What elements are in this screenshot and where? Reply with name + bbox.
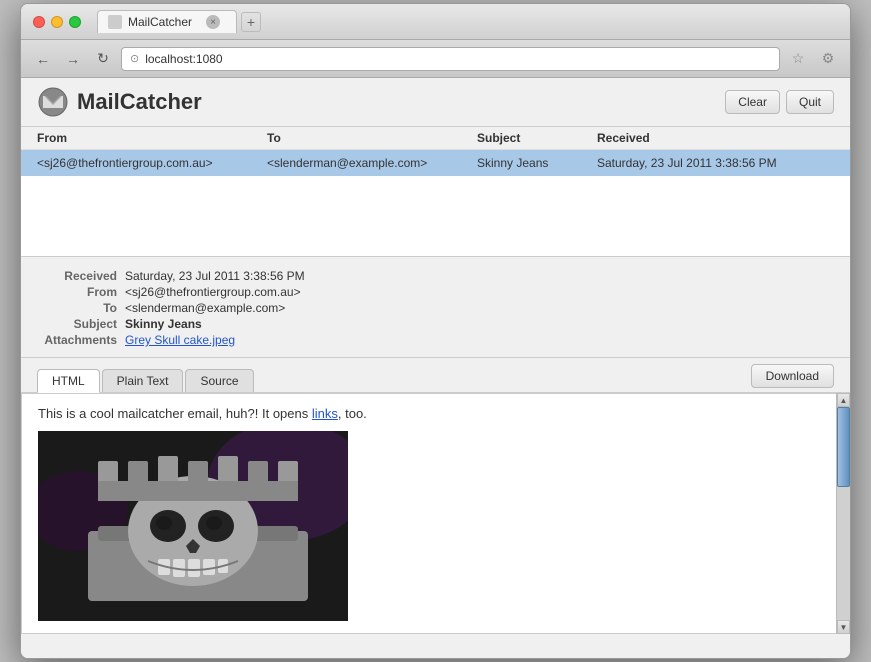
detail-attachments-row: Attachments Grey Skull cake.jpeg: [37, 333, 834, 347]
scrollbar-thumb[interactable]: [837, 407, 850, 487]
close-button[interactable]: [33, 16, 45, 28]
app-content: MailCatcher Clear Quit From To Subject R…: [21, 78, 850, 658]
scrollbar-down-button[interactable]: ▼: [837, 620, 850, 634]
app-title: MailCatcher: [77, 89, 719, 115]
scrollbar-thumb-area: [837, 407, 850, 620]
nav-bar: ← → ↻ ⊙ localhost:1080 ☆ ⚙: [21, 40, 850, 78]
subject-label: Subject: [37, 317, 117, 331]
tab-plain-text[interactable]: Plain Text: [102, 369, 184, 392]
tab-html[interactable]: HTML: [37, 369, 100, 393]
settings-icon[interactable]: ⚙: [816, 47, 840, 71]
scrollbar-up-button[interactable]: ▲: [837, 393, 850, 407]
to-value: <slenderman@example.com>: [125, 301, 285, 315]
mail-list-header: From To Subject Received: [21, 127, 850, 150]
mail-subject: Skinny Jeans: [477, 156, 597, 170]
app-header: MailCatcher Clear Quit: [21, 78, 850, 127]
detail-received-row: Received Saturday, 23 Jul 2011 3:38:56 P…: [37, 269, 834, 283]
traffic-lights: [33, 16, 81, 28]
mail-body-image: [38, 431, 348, 621]
back-button[interactable]: ←: [31, 47, 55, 71]
to-label: To: [37, 301, 117, 315]
attachment-link[interactable]: Grey Skull cake.jpeg: [125, 333, 235, 347]
mail-from: <sj26@thefrontiergroup.com.au>: [37, 156, 267, 170]
mail-body-wrapper: This is a cool mailcatcher email, huh?! …: [21, 393, 850, 634]
quit-button[interactable]: Quit: [786, 90, 834, 114]
tab-source[interactable]: Source: [185, 369, 253, 392]
mail-list-empty: [21, 176, 850, 256]
view-tabs-bar: HTML Plain Text Source Download: [21, 358, 850, 393]
col-subject: Subject: [477, 131, 597, 145]
scrollbar[interactable]: ▲ ▼: [836, 393, 850, 634]
mail-detail: Received Saturday, 23 Jul 2011 3:38:56 P…: [21, 257, 850, 358]
title-bar: MailCatcher × +: [21, 4, 850, 40]
detail-to-row: To <slenderman@example.com>: [37, 301, 834, 315]
tab-favicon: [108, 15, 122, 29]
tab-area: MailCatcher × +: [97, 10, 838, 33]
mail-list: From To Subject Received <sj26@thefronti…: [21, 127, 850, 257]
subject-value: Skinny Jeans: [125, 317, 202, 331]
from-label: From: [37, 285, 117, 299]
browser-window: MailCatcher × + ← → ↻ ⊙ localhost:1080 ☆…: [20, 3, 851, 659]
body-text-before-link: This is a cool mailcatcher email, huh?! …: [38, 406, 312, 421]
col-to: To: [267, 131, 477, 145]
detail-from-row: From <sj26@thefrontiergroup.com.au>: [37, 285, 834, 299]
refresh-button[interactable]: ↻: [91, 47, 115, 71]
tab-label: MailCatcher: [128, 15, 192, 29]
new-tab-button[interactable]: +: [241, 12, 261, 32]
mail-row[interactable]: <sj26@thefrontiergroup.com.au> <slenderm…: [21, 150, 850, 176]
address-bar[interactable]: ⊙ localhost:1080: [121, 47, 780, 71]
body-text-after-link: , too.: [338, 406, 367, 421]
col-received: Received: [597, 131, 834, 145]
bookmark-icon[interactable]: ☆: [786, 47, 810, 71]
mail-to: <slenderman@example.com>: [267, 156, 477, 170]
body-link[interactable]: links: [312, 406, 338, 421]
browser-tab[interactable]: MailCatcher ×: [97, 10, 237, 33]
download-button[interactable]: Download: [751, 364, 834, 388]
col-from: From: [37, 131, 267, 145]
mail-received: Saturday, 23 Jul 2011 3:38:56 PM: [597, 156, 834, 170]
forward-button[interactable]: →: [61, 47, 85, 71]
maximize-button[interactable]: [69, 16, 81, 28]
mail-body: This is a cool mailcatcher email, huh?! …: [21, 393, 850, 634]
tab-close-button[interactable]: ×: [206, 15, 220, 29]
view-tabs: HTML Plain Text Source: [37, 369, 256, 392]
app-logo: [37, 86, 69, 118]
minimize-button[interactable]: [51, 16, 63, 28]
received-value: Saturday, 23 Jul 2011 3:38:56 PM: [125, 269, 305, 283]
clear-button[interactable]: Clear: [725, 90, 780, 114]
address-text: localhost:1080: [145, 52, 771, 66]
attachments-label: Attachments: [37, 333, 117, 347]
mail-body-text: This is a cool mailcatcher email, huh?! …: [38, 406, 819, 421]
lock-icon: ⊙: [130, 52, 139, 65]
received-label: Received: [37, 269, 117, 283]
from-value: <sj26@thefrontiergroup.com.au>: [125, 285, 301, 299]
detail-subject-row: Subject Skinny Jeans: [37, 317, 834, 331]
